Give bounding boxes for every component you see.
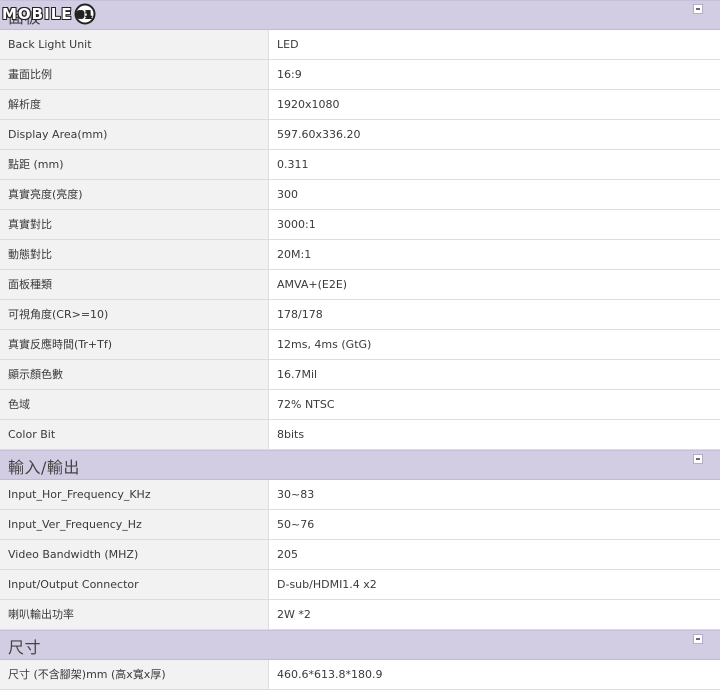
spec-row: Back Light Unit LED <box>0 30 720 60</box>
spec-label: Video Bandwidth (MHZ) <box>0 540 269 569</box>
spec-value: D-sub/HDMI1.4 x2 <box>269 570 720 599</box>
spec-label: 畫面比例 <box>0 60 269 89</box>
spec-row: 色域 72% NTSC <box>0 390 720 420</box>
spec-value: 16.7Mil <box>269 360 720 389</box>
spec-row: 顯示顏色數 16.7Mil <box>0 360 720 390</box>
spec-value: AMVA+(E2E) <box>269 270 720 299</box>
spec-row: 畫面比例 16:9 <box>0 60 720 90</box>
spec-value: LED <box>269 30 720 59</box>
spec-value: 20M:1 <box>269 240 720 269</box>
spec-row: Input_Hor_Frequency_KHz 30~83 <box>0 480 720 510</box>
svg-text:01: 01 <box>77 10 93 21</box>
spec-value: 2W *2 <box>269 600 720 629</box>
spec-label: 動態對比 <box>0 240 269 269</box>
spec-value: 50~76 <box>269 510 720 539</box>
spec-row: 面板種類 AMVA+(E2E) <box>0 270 720 300</box>
spec-row: Video Bandwidth (MHZ) 205 <box>0 540 720 570</box>
spec-row: Input/Output Connector D-sub/HDMI1.4 x2 <box>0 570 720 600</box>
spec-value: 300 <box>269 180 720 209</box>
spec-row: 解析度 1920x1080 <box>0 90 720 120</box>
spec-label: 解析度 <box>0 90 269 119</box>
spec-row: 真實亮度(亮度) 300 <box>0 180 720 210</box>
spec-row: 喇叭輸出功率 2W *2 <box>0 600 720 630</box>
logo-text: MOBILE <box>2 5 73 23</box>
spec-value: 16:9 <box>269 60 720 89</box>
section-header-panel[interactable]: 面板 MOBILE 01 <box>0 0 720 30</box>
spec-value: 597.60x336.20 <box>269 120 720 149</box>
spec-label: Color Bit <box>0 420 269 449</box>
spec-row: 真實反應時間(Tr+Tf) 12ms, 4ms (GtG) <box>0 330 720 360</box>
spec-label: Input/Output Connector <box>0 570 269 599</box>
spec-row: 真實對比 3000:1 <box>0 210 720 240</box>
logo-01-icon: 01 <box>74 3 95 25</box>
spec-value: 8bits <box>269 420 720 449</box>
spec-value: 178/178 <box>269 300 720 329</box>
spec-value: 30~83 <box>269 480 720 509</box>
spec-label: 面板種類 <box>0 270 269 299</box>
spec-label: 真實亮度(亮度) <box>0 180 269 209</box>
spec-label: 點距 (mm) <box>0 150 269 179</box>
spec-label: 真實對比 <box>0 210 269 239</box>
spec-row: Input_Ver_Frequency_Hz 50~76 <box>0 510 720 540</box>
section-header-io[interactable]: 輸入/輸出 <box>0 450 720 480</box>
spec-value: 12ms, 4ms (GtG) <box>269 330 720 359</box>
spec-value: 72% NTSC <box>269 390 720 419</box>
spec-value: 205 <box>269 540 720 569</box>
spec-label: Input_Hor_Frequency_KHz <box>0 480 269 509</box>
spec-label: Display Area(mm) <box>0 120 269 149</box>
collapse-icon[interactable] <box>693 634 703 644</box>
spec-label: 色域 <box>0 390 269 419</box>
spec-label: 尺寸 (不含腳架)mm (高x寬x厚) <box>0 660 269 689</box>
spec-label: 真實反應時間(Tr+Tf) <box>0 330 269 359</box>
spec-label: 可視角度(CR>=10) <box>0 300 269 329</box>
spec-row: 可視角度(CR>=10) 178/178 <box>0 300 720 330</box>
spec-row: 動態對比 20M:1 <box>0 240 720 270</box>
spec-table: 面板 MOBILE 01 Back Light Unit LED 畫面比例 16:9… <box>0 0 720 690</box>
section-title: 輸入/輸出 <box>8 458 80 477</box>
spec-label: 喇叭輸出功率 <box>0 600 269 629</box>
collapse-icon[interactable] <box>693 4 703 14</box>
spec-label: Input_Ver_Frequency_Hz <box>0 510 269 539</box>
section-header-dimensions[interactable]: 尺寸 <box>0 630 720 660</box>
collapse-icon[interactable] <box>693 454 703 464</box>
spec-value: 0.311 <box>269 150 720 179</box>
spec-row: 點距 (mm) 0.311 <box>0 150 720 180</box>
spec-row: 尺寸 (不含腳架)mm (高x寬x厚) 460.6*613.8*180.9 <box>0 660 720 690</box>
mobile01-logo: MOBILE 01 <box>2 2 96 26</box>
spec-row: Display Area(mm) 597.60x336.20 <box>0 120 720 150</box>
spec-label: Back Light Unit <box>0 30 269 59</box>
spec-value: 460.6*613.8*180.9 <box>269 660 720 689</box>
spec-value: 3000:1 <box>269 210 720 239</box>
section-title: 尺寸 <box>8 638 42 657</box>
spec-value: 1920x1080 <box>269 90 720 119</box>
spec-row: Color Bit 8bits <box>0 420 720 450</box>
spec-label: 顯示顏色數 <box>0 360 269 389</box>
